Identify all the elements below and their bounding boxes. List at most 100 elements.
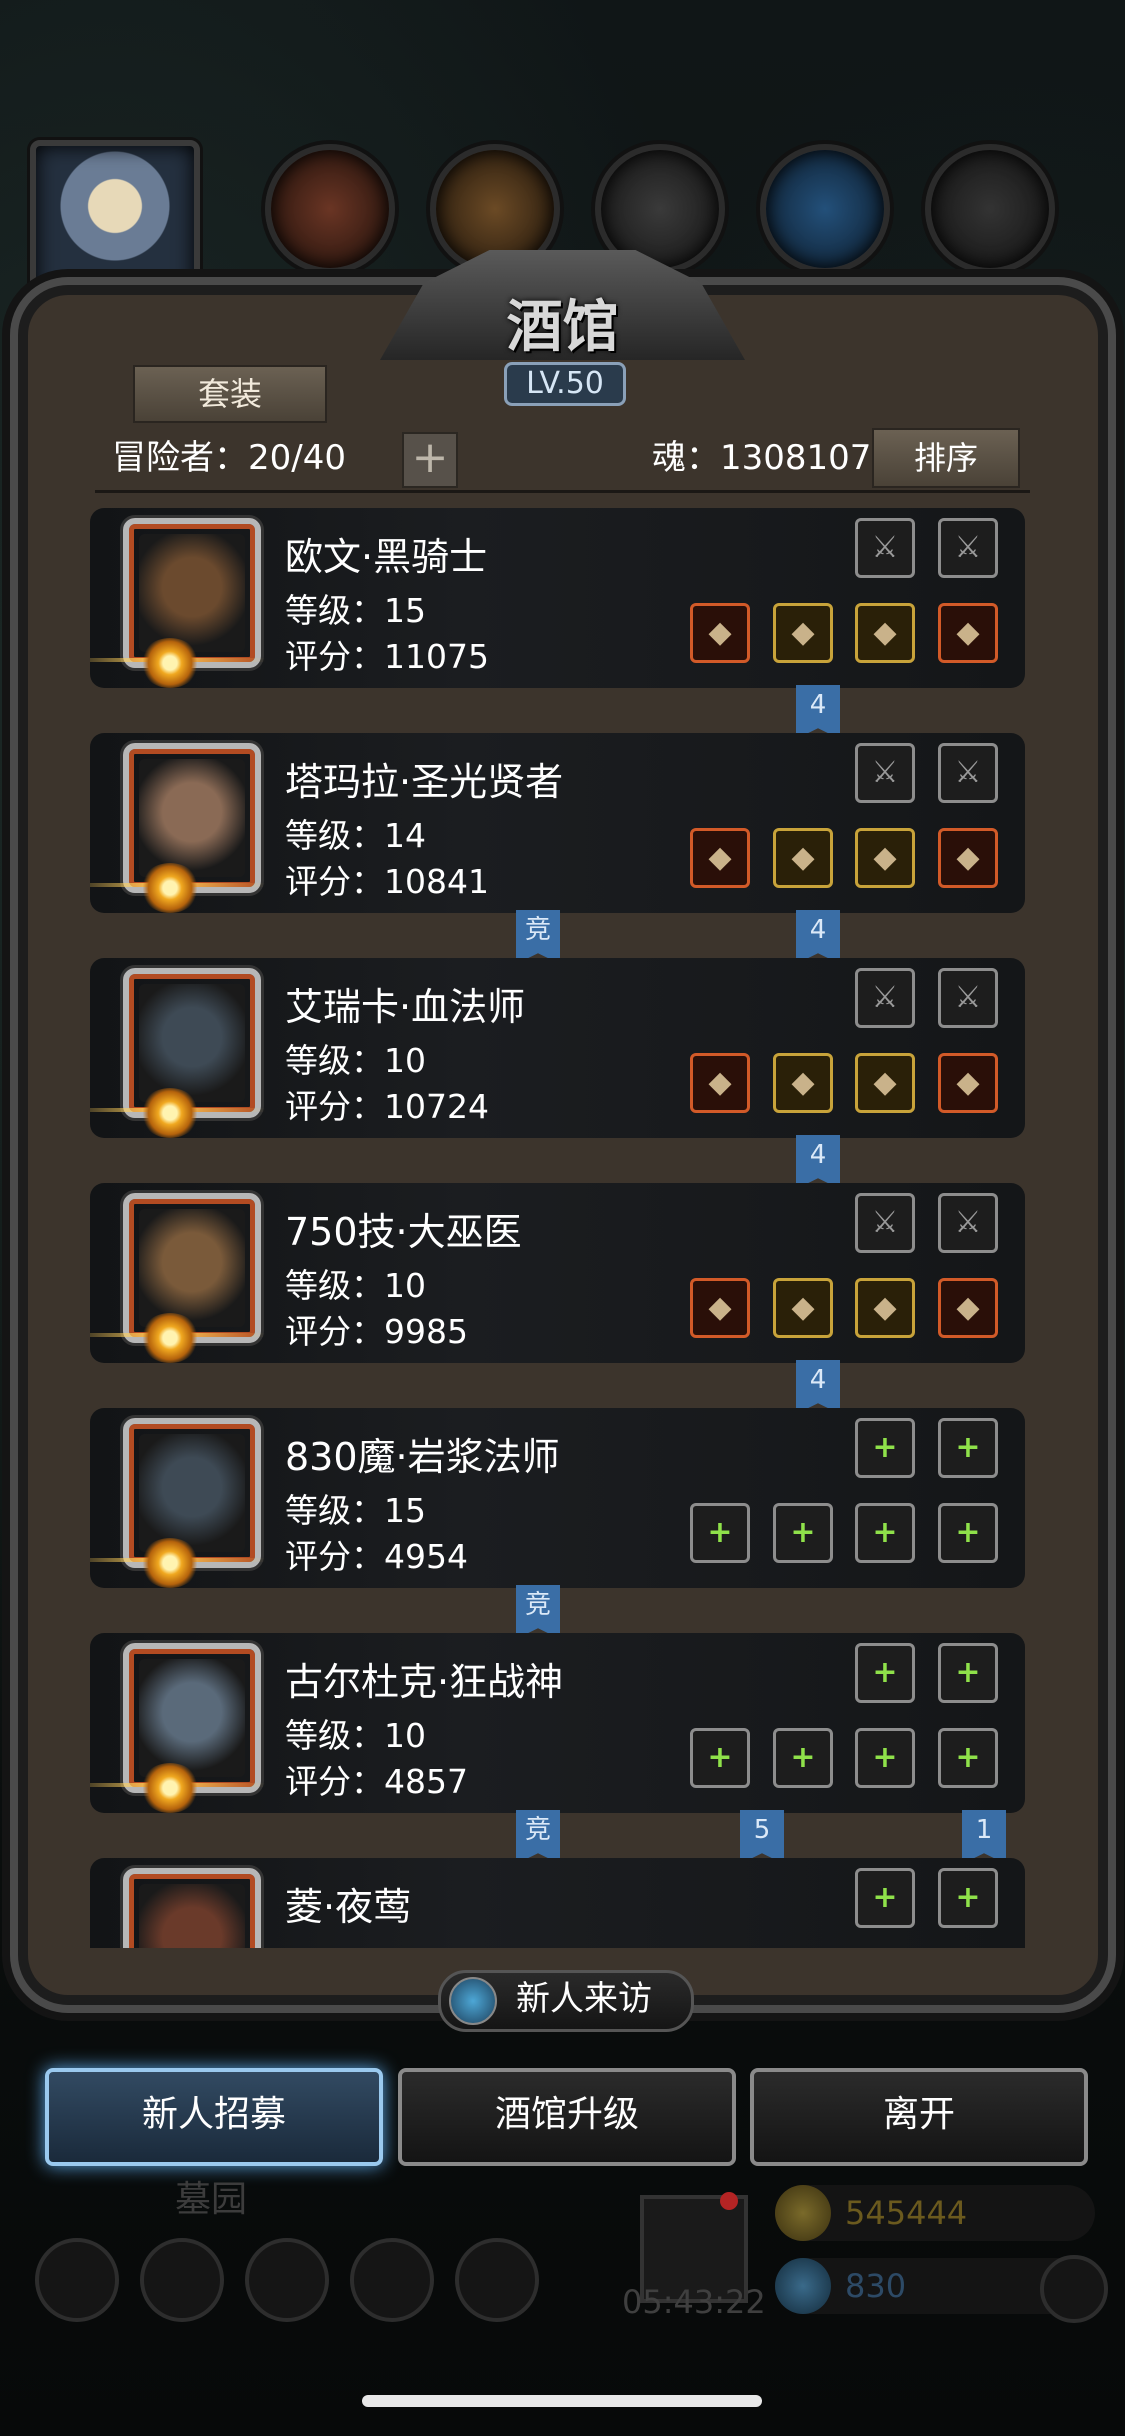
- slot-glyph: +: [955, 1655, 981, 1690]
- slot-glyph: ◆: [791, 840, 815, 875]
- gauntlet-slot-icon[interactable]: ◆: [938, 603, 998, 663]
- upgrade-tavern-button[interactable]: 酒馆升级: [398, 2068, 736, 2166]
- panel-title: 酒馆: [506, 295, 619, 360]
- equip-slot-icon[interactable]: ⚔: [855, 518, 915, 578]
- empty-slot-plus-icon[interactable]: +: [938, 1418, 998, 1478]
- rank-star-icon: [140, 1313, 200, 1363]
- equip-slot-icon[interactable]: ⚔: [938, 518, 998, 578]
- slot-glyph: ◆: [708, 1290, 732, 1325]
- empty-slot-plus-icon[interactable]: +: [938, 1868, 998, 1928]
- staff-slot-icon[interactable]: ◆: [690, 1053, 750, 1113]
- empty-slot-plus-icon[interactable]: +: [938, 1503, 998, 1563]
- hero-name: 750技·大巫医: [285, 1210, 522, 1254]
- slot-glyph: +: [872, 1655, 898, 1690]
- hero-face: [139, 759, 245, 877]
- slot-glyph: ⚔: [871, 530, 899, 565]
- gold-bar: 545444: [775, 2185, 1095, 2241]
- marker-badge: 1: [962, 1810, 1006, 1864]
- shield-icon[interactable]: [140, 2238, 224, 2322]
- hero-level: 等级：15: [285, 591, 426, 630]
- leave-button[interactable]: 离开: [750, 2068, 1088, 2166]
- armor-slot-icon[interactable]: ◆: [773, 1053, 833, 1113]
- mask-slot-icon[interactable]: ◆: [855, 1278, 915, 1338]
- marker-badge: 竞: [516, 1810, 560, 1864]
- blade-slot-icon[interactable]: ◆: [938, 1053, 998, 1113]
- sword-slot-icon[interactable]: ◆: [690, 603, 750, 663]
- helm-slot-icon[interactable]: ◆: [855, 1053, 915, 1113]
- slot-glyph: ◆: [873, 1065, 897, 1100]
- hero-card[interactable]: 古尔杜克·狂战神 等级：10 评分：4857 + + + + + +: [90, 1633, 1025, 1813]
- empty-slot-plus-icon[interactable]: +: [855, 1728, 915, 1788]
- empty-slot-plus-icon[interactable]: +: [855, 1868, 915, 1928]
- trophy-slot-icon[interactable]: ⚔: [938, 968, 998, 1028]
- recruit-button[interactable]: 新人招募: [45, 2068, 383, 2166]
- add-gems-icon[interactable]: [1040, 2255, 1108, 2323]
- tavern-header-row: 冒险者：20/40 + 魂：1308107 排序: [112, 428, 1022, 490]
- hero-name: 塔玛拉·圣光贤者: [285, 760, 564, 804]
- empty-slot-plus-icon[interactable]: +: [938, 1643, 998, 1703]
- slot-glyph: ⚔: [954, 980, 982, 1015]
- slot-glyph: +: [955, 1515, 981, 1550]
- slot-glyph: +: [707, 1515, 733, 1550]
- wand-slot-icon[interactable]: ◆: [690, 1278, 750, 1338]
- equip-slot-icon[interactable]: ⚔: [938, 743, 998, 803]
- mask-slot-icon[interactable]: ◆: [773, 603, 833, 663]
- amulet-slot-icon[interactable]: ◆: [938, 1278, 998, 1338]
- hero-card[interactable]: 750技·大巫医 等级：10 评分：9985 ⚔ ⚔ ◆ ◆ ◆ ◆: [90, 1183, 1025, 1363]
- hero-card[interactable]: 艾瑞卡·血法师 等级：10 评分：10724 ⚔ ⚔ ◆ ◆ ◆ ◆: [90, 958, 1025, 1138]
- slot-glyph: ⚔: [871, 980, 899, 1015]
- hammer-slot-icon[interactable]: ◆: [690, 828, 750, 888]
- empty-slot-plus-icon[interactable]: +: [773, 1503, 833, 1563]
- add-slot-button[interactable]: +: [402, 432, 458, 488]
- hero-card[interactable]: 830魔·岩浆法师 等级：15 评分：4954 + + + + + +: [90, 1408, 1025, 1588]
- player-avatar[interactable]: [30, 140, 200, 302]
- rank-star-icon: [140, 638, 200, 688]
- tavern-level-badge: LV.50: [504, 362, 626, 406]
- gold-coin-icon: [775, 2185, 831, 2241]
- hero-card[interactable]: 菱·夜莺 + +: [90, 1858, 1025, 1948]
- slot-glyph: ⚔: [954, 530, 982, 565]
- bow-slot-icon[interactable]: ⚔: [855, 968, 915, 1028]
- rank-star-icon: [140, 1763, 200, 1813]
- empty-slot-plus-icon[interactable]: +: [855, 1503, 915, 1563]
- armor-slot-icon[interactable]: ◆: [773, 1278, 833, 1338]
- empty-slot-plus-icon[interactable]: +: [690, 1728, 750, 1788]
- hero-name: 菱·夜莺: [285, 1885, 412, 1929]
- marker-badge: 4: [796, 685, 840, 739]
- hero-score: 评分：10841: [285, 862, 489, 901]
- armor-slot-icon[interactable]: ◆: [773, 828, 833, 888]
- empty-slot-plus-icon[interactable]: +: [938, 1728, 998, 1788]
- hero-portrait[interactable]: [123, 1868, 261, 1948]
- mail-icon[interactable]: [350, 2238, 434, 2322]
- hero-card[interactable]: 塔玛拉·圣光贤者 等级：14 评分：10841 ⚔ ⚔ ◆ ◆ ◆ ◆: [90, 733, 1025, 913]
- helm-icon[interactable]: [455, 2238, 539, 2322]
- home-indicator: [362, 2395, 762, 2407]
- gift-timer: 05:43:22: [622, 2283, 766, 2321]
- empty-slot-plus-icon[interactable]: +: [855, 1643, 915, 1703]
- hero-face: [139, 1884, 245, 1948]
- sort-button[interactable]: 排序: [872, 428, 1020, 488]
- scroll-slot-icon[interactable]: ◆: [855, 828, 915, 888]
- bow-slot-icon[interactable]: ⚔: [855, 1193, 915, 1253]
- slot-glyph: ◆: [873, 1290, 897, 1325]
- gem-amount: 830: [845, 2267, 907, 2305]
- new-visitor-bar[interactable]: 新人来访: [438, 1970, 694, 2032]
- gem-slot-icon[interactable]: ◆: [938, 828, 998, 888]
- empty-slot-plus-icon[interactable]: +: [773, 1728, 833, 1788]
- bow-slot-icon[interactable]: ⚔: [855, 743, 915, 803]
- set-tab-button[interactable]: 套装: [133, 365, 327, 423]
- iron-resource-icon: [925, 144, 1055, 274]
- scroll-slot-icon[interactable]: ◆: [855, 603, 915, 663]
- slot-glyph: +: [955, 1740, 981, 1775]
- settings-icon[interactable]: [35, 2238, 119, 2322]
- equip-slot-icon[interactable]: ⚔: [938, 1193, 998, 1253]
- slot-glyph: ◆: [791, 1290, 815, 1325]
- hero-name: 古尔杜克·狂战神: [285, 1660, 564, 1704]
- hero-name: 艾瑞卡·血法师: [285, 985, 526, 1029]
- empty-slot-plus-icon[interactable]: +: [690, 1503, 750, 1563]
- hero-list[interactable]: 欧文·黑骑士 等级：15 评分：11075 ⚔ ⚔ ◆ ◆ ◆ ◆ 4 塔玛拉·圣光贤者 等级：14 评…: [90, 508, 1025, 1948]
- empty-slot-plus-icon[interactable]: +: [855, 1418, 915, 1478]
- hero-card[interactable]: 欧文·黑骑士 等级：15 评分：11075 ⚔ ⚔ ◆ ◆ ◆ ◆: [90, 508, 1025, 688]
- adventurer-count: 冒险者：20/40: [112, 438, 346, 478]
- scroll-icon[interactable]: [245, 2238, 329, 2322]
